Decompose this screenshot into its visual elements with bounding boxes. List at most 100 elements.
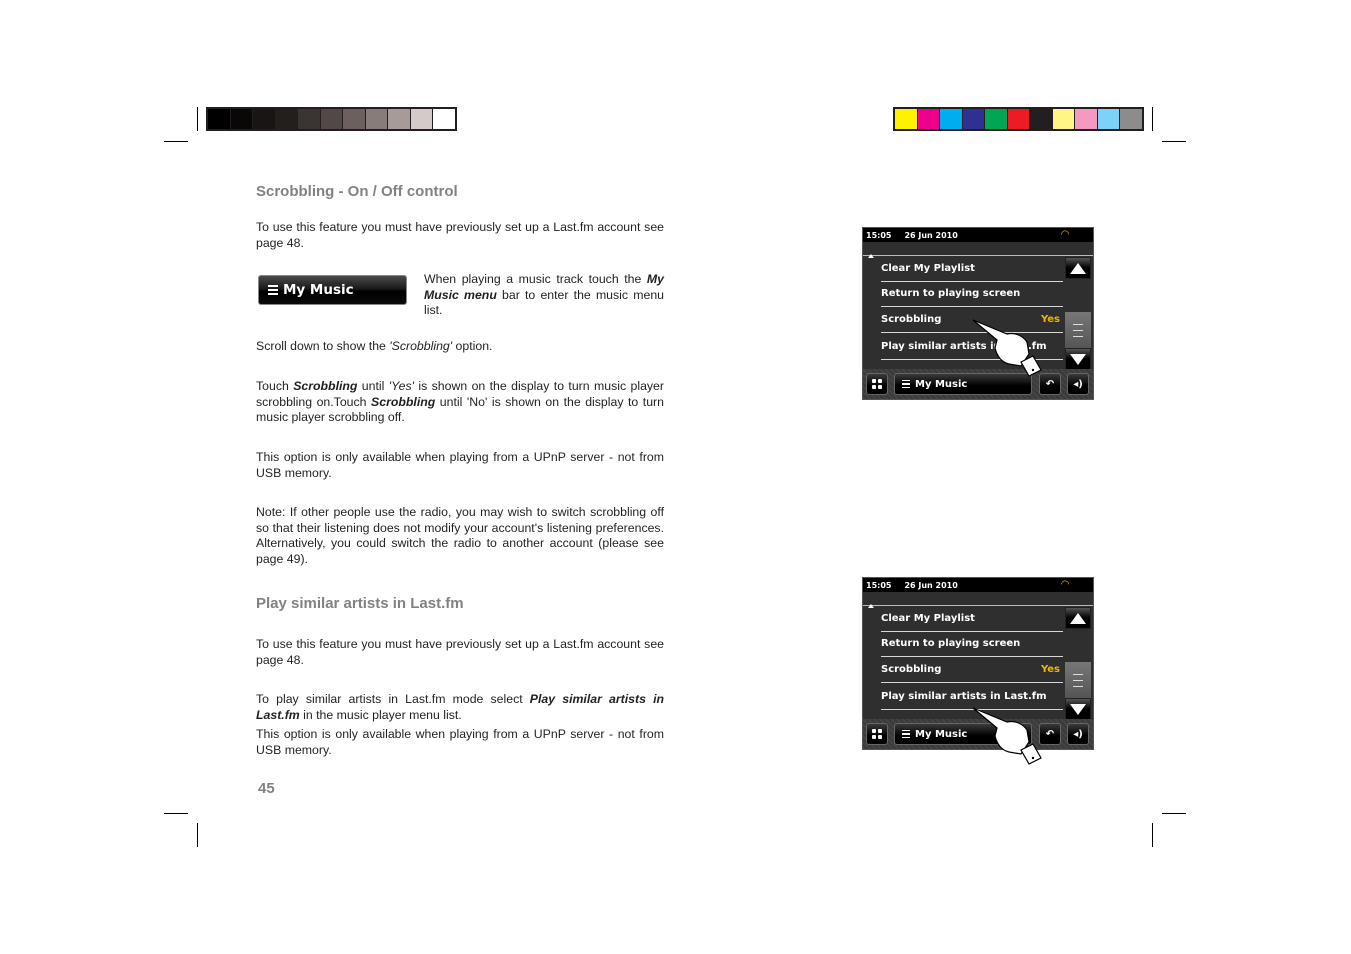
color-swatch: [917, 109, 939, 129]
crop-mark: [1152, 107, 1153, 131]
menu-icon: [902, 729, 910, 739]
text: When playing a music track touch the: [424, 272, 647, 286]
crop-mark: [1162, 813, 1186, 814]
radio-screen-1: 15:05 26 Jun 2010 ◠ Clear My Playlist Re…: [862, 227, 1094, 400]
emphasis: Scrobbling: [371, 394, 436, 409]
speaker-icon: ◂): [1073, 378, 1083, 390]
menu-item-clear-playlist[interactable]: Clear My Playlist: [881, 256, 1063, 282]
arrow-down-icon: [1070, 703, 1086, 715]
text: Touch: [256, 379, 294, 393]
menu-icon: [902, 379, 910, 389]
my-music-menu-button[interactable]: My Music: [894, 373, 1032, 395]
menu-item-value: Yes: [1040, 663, 1060, 675]
wifi-icon: ◠: [1061, 229, 1069, 240]
paragraph-note: Note: If other people use the radio, you…: [256, 505, 664, 566]
text: option.: [452, 339, 493, 353]
color-swatch: [275, 109, 297, 129]
color-swatch: [985, 109, 1007, 129]
text: To play similar artists in Last.fm mode …: [256, 692, 530, 706]
section-heading-scrobbling: Scrobbling - On / Off control: [256, 183, 458, 200]
crop-mark: [1152, 823, 1153, 847]
back-button[interactable]: ↶: [1039, 373, 1061, 395]
arrow-up-icon: [1070, 612, 1086, 624]
menu-item-label: Scrobbling: [881, 663, 942, 675]
color-swatch: [365, 109, 387, 129]
color-swatch: [410, 109, 432, 129]
color-swatch: [1052, 109, 1074, 129]
color-swatch: [230, 109, 252, 129]
text: in the music player menu list.: [299, 707, 462, 722]
menu-item-scrobbling[interactable]: Scrobbling Yes: [881, 657, 1063, 683]
emphasis: 'Scrobbling': [389, 339, 453, 353]
back-arrow-icon: ↶: [1045, 378, 1055, 390]
color-swatch: [962, 109, 984, 129]
home-grid-icon: [872, 729, 882, 739]
menu-label: My Music: [915, 378, 968, 390]
text: Scroll down to show the: [256, 339, 390, 353]
menu-item-return-playing[interactable]: Return to playing screen: [881, 281, 1063, 307]
radio-screen-2: 15:05 26 Jun 2010 ◠ Clear My Playlist Re…: [862, 577, 1094, 765]
scroll-indicator-icon: [868, 604, 874, 608]
paragraph-upnp-only: This option is only available when playi…: [256, 450, 664, 480]
home-button[interactable]: [866, 723, 888, 745]
color-swatch: [1030, 109, 1052, 129]
volume-button[interactable]: ◂): [1067, 373, 1089, 395]
my-music-label: My Music: [283, 282, 354, 298]
wifi-icon: ◠: [1061, 579, 1069, 590]
paragraph-lastfm-prereq-2: To use this feature you must have previo…: [256, 637, 664, 667]
status-bar: 15:05 26 Jun 2010 ◠: [863, 228, 1093, 242]
scroll-up-button[interactable]: [1065, 607, 1091, 629]
color-calibration-bar: [893, 107, 1144, 131]
my-music-menu-button[interactable]: My Music: [894, 723, 1032, 745]
menu-item-label: Return to playing screen: [881, 287, 1021, 299]
paragraph-scroll-down: Scroll down to show the 'Scrobbling' opt…: [256, 339, 664, 355]
scrollbar-thumb[interactable]: [1065, 312, 1091, 348]
menu-item-label: Play similar artists in Last.fm: [881, 340, 1047, 352]
scroll-down-button[interactable]: [1065, 698, 1091, 720]
menu-item-value: Yes: [1040, 313, 1060, 325]
color-swatch: [208, 109, 230, 129]
menu-item-label: Clear My Playlist: [881, 262, 975, 274]
volume-button[interactable]: ◂): [1067, 723, 1089, 745]
scroll-up-button[interactable]: [1065, 257, 1091, 279]
scroll-indicator-icon: [868, 254, 874, 258]
crop-mark: [1162, 141, 1186, 142]
paragraph-lastfm-prereq: To use this feature you must have previo…: [256, 220, 664, 250]
date: 26 Jun 2010: [904, 580, 958, 590]
color-swatch: [1120, 109, 1142, 129]
menu-item-label: Clear My Playlist: [881, 612, 975, 624]
menu-label: My Music: [915, 728, 968, 740]
crop-mark: [197, 107, 198, 131]
color-swatch: [1075, 109, 1097, 129]
color-swatch: [253, 109, 275, 129]
bottom-bar: My Music ↶ ◂): [863, 719, 1093, 749]
back-button[interactable]: ↶: [1039, 723, 1061, 745]
menu-item-similar-artists[interactable]: Play similar artists in Last.fm: [881, 684, 1063, 710]
emphasis: 'Yes': [388, 379, 414, 393]
color-swatch: [433, 109, 455, 129]
menu-item-return-playing[interactable]: Return to playing screen: [881, 631, 1063, 657]
clock: 15:05: [866, 230, 892, 240]
color-swatch: [388, 109, 410, 129]
color-swatch: [1007, 109, 1029, 129]
color-swatch: [320, 109, 342, 129]
back-arrow-icon: ↶: [1045, 728, 1055, 740]
home-grid-icon: [872, 379, 882, 389]
color-swatch: [1097, 109, 1119, 129]
arrow-up-icon: [1070, 262, 1086, 274]
scrollbar-thumb[interactable]: [1065, 662, 1091, 698]
menu-item-clear-playlist[interactable]: Clear My Playlist: [881, 606, 1063, 632]
my-music-button[interactable]: My Music: [258, 275, 407, 305]
home-button[interactable]: [866, 373, 888, 395]
speaker-icon: ◂): [1073, 728, 1083, 740]
bottom-bar: My Music ↶ ◂): [863, 369, 1093, 399]
menu-item-label: Return to playing screen: [881, 637, 1021, 649]
menu-item-similar-artists[interactable]: Play similar artists in Last.fm: [881, 334, 1063, 360]
scroll-down-button[interactable]: [1065, 348, 1091, 370]
section-heading-similar-artists: Play similar artists in Last.fm: [256, 595, 464, 612]
menu-item-scrobbling[interactable]: Scrobbling Yes: [881, 307, 1063, 333]
paragraph-touch-scrobbling: Touch Scrobbling until 'Yes' is shown on…: [256, 379, 664, 426]
status-bar: 15:05 26 Jun 2010 ◠: [863, 578, 1093, 592]
emphasis: Scrobbling: [293, 379, 358, 393]
grayscale-calibration-bar: [206, 107, 457, 131]
